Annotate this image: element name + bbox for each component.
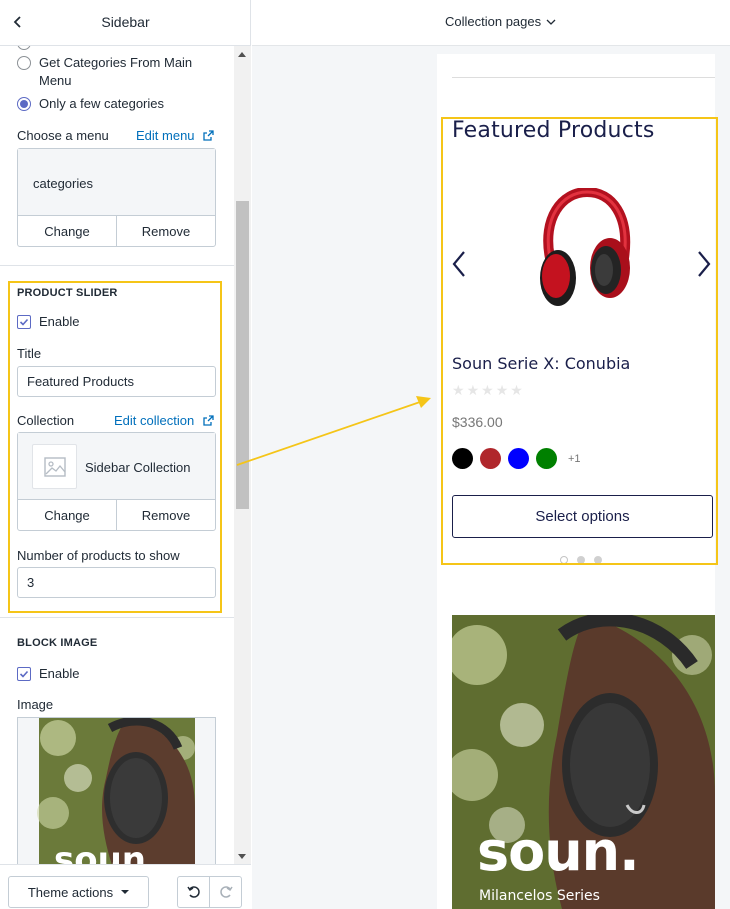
menu-picker-value-area: categories: [18, 149, 215, 216]
checkmark-icon: [19, 670, 29, 678]
sidebar-scrollbar[interactable]: [234, 46, 251, 864]
block-image-enable[interactable]: Enable: [17, 666, 79, 681]
page-type-label: Collection pages: [445, 14, 542, 29]
radio-few-categories[interactable]: Only a few categories: [17, 95, 164, 113]
store-divider: [452, 77, 715, 78]
section-divider: [0, 617, 234, 618]
redo-button[interactable]: [209, 877, 241, 907]
scroll-down-arrow-icon[interactable]: [238, 854, 246, 859]
banner-brand-text: soun.: [477, 820, 640, 883]
image-label: Image: [17, 697, 54, 712]
featured-products-highlight-box: [441, 117, 718, 565]
section-divider: [0, 265, 234, 266]
scrollbar-thumb[interactable]: [236, 201, 249, 509]
change-menu-button[interactable]: Change: [18, 216, 116, 246]
caret-down-icon: [121, 890, 130, 894]
radio-hidden-option[interactable]: [17, 46, 39, 50]
choose-menu-label: Choose a menu: [17, 128, 109, 143]
block-image-banner[interactable]: soun. Milancelos Series: [452, 615, 715, 909]
theme-actions-label: Theme actions: [27, 884, 114, 900]
enable-label: Enable: [39, 666, 80, 681]
radio-label: Get Categories From Main Menu: [39, 55, 193, 88]
edit-menu-link[interactable]: Edit menu: [136, 128, 195, 143]
sidebar-header: Sidebar: [0, 0, 251, 46]
undo-button[interactable]: [178, 877, 209, 907]
radio-button-selected[interactable]: [17, 97, 31, 111]
redo-icon: [219, 886, 233, 898]
block-image-section-title: BLOCK IMAGE: [17, 637, 98, 649]
radio-button[interactable]: [17, 56, 31, 70]
menu-picker: categories Change Remove: [17, 148, 216, 247]
sidebar-footer: Theme actions: [0, 864, 251, 909]
theme-actions-button[interactable]: Theme actions: [8, 876, 149, 908]
radio-button[interactable]: [17, 46, 31, 50]
undo-redo-group: [177, 876, 242, 908]
theme-preview: Collection pages Featured Products Soun …: [252, 0, 730, 909]
preview-topbar: Collection pages: [252, 0, 730, 46]
theme-editor-sidebar: Sidebar Get Categories From Main Menu On…: [0, 0, 251, 909]
remove-menu-button[interactable]: Remove: [116, 216, 215, 246]
radio-label: Only a few categories: [39, 96, 165, 111]
menu-value: categories: [33, 176, 93, 191]
chevron-down-icon: [546, 19, 556, 25]
product-slider-highlight-box: [8, 281, 222, 613]
sidebar-title: Sidebar: [101, 14, 150, 30]
page-type-dropdown[interactable]: Collection pages: [445, 14, 556, 29]
block-image-thumbnail[interactable]: soun.: [17, 717, 216, 867]
undo-icon: [186, 886, 200, 898]
external-link-icon[interactable]: [203, 130, 214, 141]
scroll-up-arrow-icon[interactable]: [238, 52, 246, 57]
radio-main-menu-categories[interactable]: Get Categories From Main Menu: [17, 54, 207, 90]
banner-subtitle: Milancelos Series: [479, 888, 600, 904]
checkbox-checked[interactable]: [17, 666, 31, 681]
thumbnail-brand-text: soun.: [54, 840, 159, 867]
